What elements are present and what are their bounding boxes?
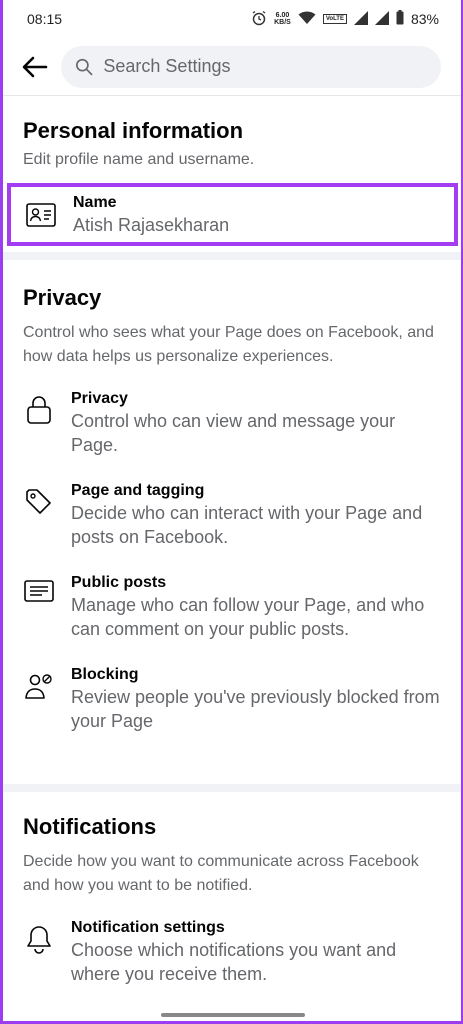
- signal-icon: [353, 10, 368, 28]
- home-indicator[interactable]: [161, 1013, 305, 1017]
- back-button[interactable]: [15, 47, 55, 87]
- battery-percent: 83%: [410, 11, 439, 27]
- privacy-item-blocking[interactable]: Blocking Review people you've previously…: [3, 665, 461, 733]
- back-arrow-icon: [22, 56, 48, 77]
- notification-settings-item[interactable]: Notification settings Choose which notif…: [3, 918, 461, 986]
- tag-icon: [26, 489, 51, 514]
- section-divider: [3, 784, 461, 792]
- battery-icon: [396, 10, 404, 28]
- personal-info-title: Personal information: [23, 118, 244, 143]
- volte-badge: VoLTE: [322, 14, 347, 24]
- alarm-icon: [251, 10, 267, 29]
- personal-info-section: Personal information Edit profile name a…: [3, 96, 461, 172]
- name-value: Atish Rajasekharan: [73, 214, 230, 235]
- item-desc: Review people you've previously blocked …: [71, 687, 440, 731]
- block-user-icon: [25, 674, 52, 699]
- id-card-icon: [26, 202, 56, 227]
- settings-screen: 08:15 6.00 KB/S VoLTE 83% Search Setting…: [3, 0, 461, 1021]
- item-title: Privacy: [71, 390, 128, 407]
- post-icon: [24, 580, 54, 602]
- personal-info-desc: Edit profile name and username.: [23, 151, 255, 168]
- item-desc: Manage who can follow your Page, and who…: [71, 595, 425, 639]
- item-title: Page and tagging: [71, 482, 205, 499]
- item-desc: Control who can view and message your Pa…: [71, 411, 396, 455]
- status-bar: 08:15 6.00 KB/S VoLTE 83%: [3, 0, 461, 38]
- wifi-icon: [298, 11, 316, 28]
- status-time: 08:15: [27, 11, 63, 27]
- signal-icon-2: [374, 10, 389, 28]
- bell-icon: [27, 926, 51, 954]
- item-desc: Decide who can interact with your Page a…: [71, 503, 423, 547]
- notifications-title: Notifications: [23, 814, 157, 839]
- item-title: Notification settings: [71, 919, 225, 936]
- privacy-item-privacy[interactable]: Privacy Control who can view and message…: [3, 389, 461, 457]
- item-desc: Choose which notifications you want and …: [71, 940, 397, 984]
- privacy-item-page-tagging[interactable]: Page and tagging Decide who can interact…: [3, 481, 461, 549]
- search-bar[interactable]: [61, 45, 441, 88]
- search-icon: [76, 58, 93, 75]
- settings-header: [3, 38, 461, 96]
- notifications-desc: Decide how you want to communicate acros…: [23, 853, 419, 894]
- lock-icon: [27, 396, 51, 424]
- net-speed: 6.00 KB/S: [274, 12, 291, 26]
- privacy-title: Privacy: [23, 285, 102, 310]
- item-title: Blocking: [71, 666, 139, 683]
- section-divider: [3, 252, 461, 260]
- name-row[interactable]: Name Atish Rajasekharan: [7, 183, 458, 246]
- privacy-item-public-posts[interactable]: Public posts Manage who can follow your …: [3, 573, 461, 641]
- privacy-desc: Control who sees what your Page does on …: [23, 324, 434, 365]
- notifications-section: Notifications Decide how you want to com…: [3, 814, 461, 986]
- search-input[interactable]: [103, 56, 427, 77]
- privacy-section: Privacy Control who sees what your Page …: [3, 285, 461, 733]
- name-label: Name: [73, 193, 117, 211]
- item-title: Public posts: [71, 574, 167, 591]
